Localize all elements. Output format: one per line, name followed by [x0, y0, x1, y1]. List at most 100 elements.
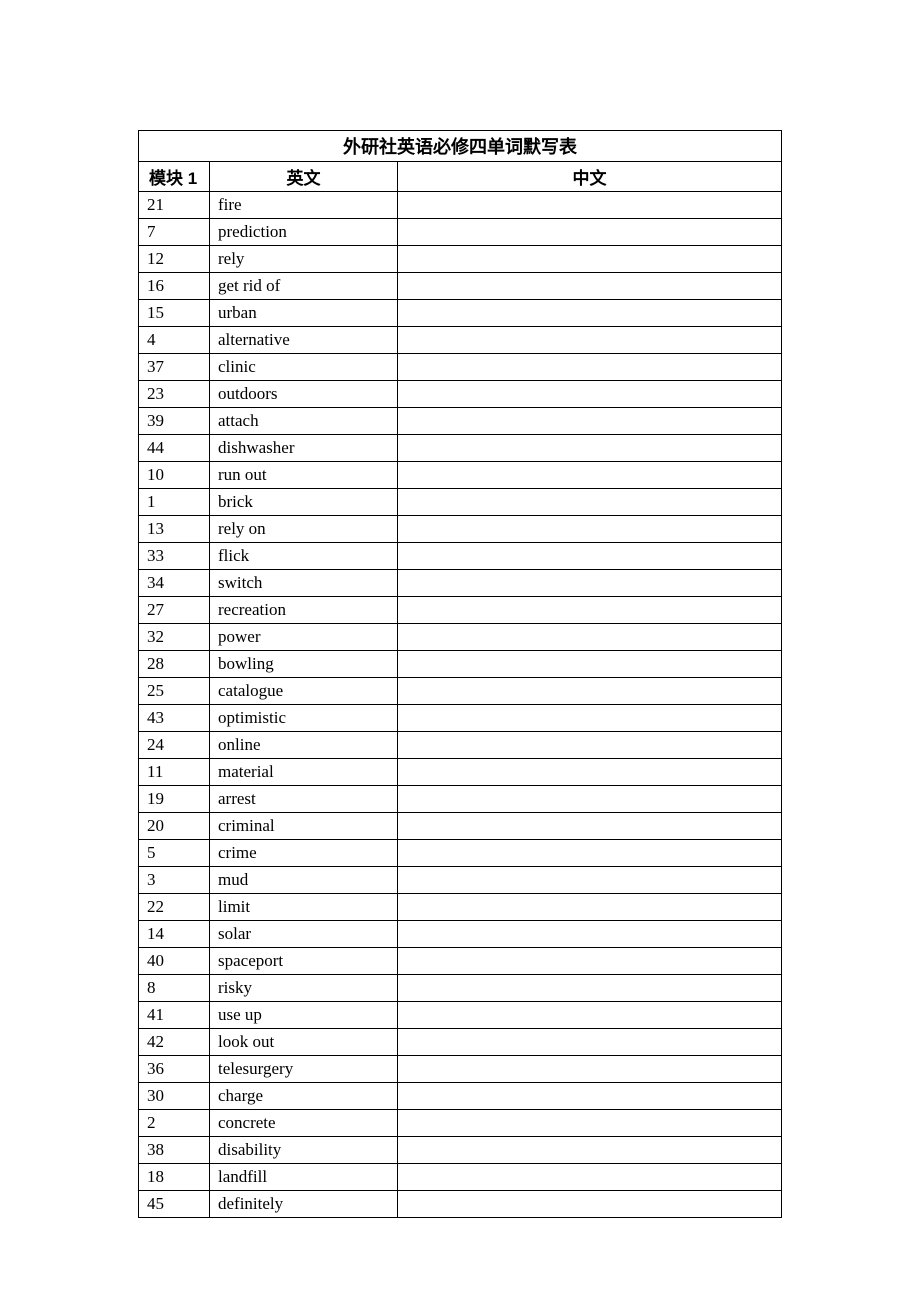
cell-chinese: [398, 408, 782, 435]
cell-english: concrete: [210, 1110, 398, 1137]
table-row: 27recreation: [139, 597, 782, 624]
cell-number: 37: [139, 354, 210, 381]
header-chinese: 中文: [398, 162, 782, 192]
cell-number: 33: [139, 543, 210, 570]
cell-english: catalogue: [210, 678, 398, 705]
cell-chinese: [398, 624, 782, 651]
table-row: 40spaceport: [139, 948, 782, 975]
table-row: 23outdoors: [139, 381, 782, 408]
cell-english: mud: [210, 867, 398, 894]
cell-number: 16: [139, 273, 210, 300]
cell-chinese: [398, 948, 782, 975]
cell-english: crime: [210, 840, 398, 867]
table-row: 24online: [139, 732, 782, 759]
cell-chinese: [398, 435, 782, 462]
cell-number: 39: [139, 408, 210, 435]
cell-chinese: [398, 867, 782, 894]
table-row: 44dishwasher: [139, 435, 782, 462]
cell-english: limit: [210, 894, 398, 921]
cell-english: urban: [210, 300, 398, 327]
cell-english: look out: [210, 1029, 398, 1056]
cell-english: spaceport: [210, 948, 398, 975]
cell-chinese: [398, 1110, 782, 1137]
cell-english: recreation: [210, 597, 398, 624]
table-row: 22limit: [139, 894, 782, 921]
table-row: 5crime: [139, 840, 782, 867]
cell-number: 24: [139, 732, 210, 759]
table-row: 38disability: [139, 1137, 782, 1164]
cell-chinese: [398, 759, 782, 786]
cell-number: 30: [139, 1083, 210, 1110]
cell-number: 41: [139, 1002, 210, 1029]
cell-number: 13: [139, 516, 210, 543]
cell-english: alternative: [210, 327, 398, 354]
table-row: 30charge: [139, 1083, 782, 1110]
table-row: 42look out: [139, 1029, 782, 1056]
cell-english: material: [210, 759, 398, 786]
cell-chinese: [398, 651, 782, 678]
table-row: 10run out: [139, 462, 782, 489]
table-row: 16get rid of: [139, 273, 782, 300]
cell-chinese: [398, 921, 782, 948]
table-row: 25catalogue: [139, 678, 782, 705]
cell-number: 38: [139, 1137, 210, 1164]
cell-number: 4: [139, 327, 210, 354]
cell-number: 23: [139, 381, 210, 408]
cell-number: 36: [139, 1056, 210, 1083]
cell-chinese: [398, 192, 782, 219]
cell-chinese: [398, 1137, 782, 1164]
table-row: 20criminal: [139, 813, 782, 840]
cell-chinese: [398, 732, 782, 759]
table-row: 7prediction: [139, 219, 782, 246]
cell-chinese: [398, 219, 782, 246]
cell-number: 44: [139, 435, 210, 462]
cell-number: 19: [139, 786, 210, 813]
cell-chinese: [398, 300, 782, 327]
cell-number: 28: [139, 651, 210, 678]
cell-english: power: [210, 624, 398, 651]
cell-english: brick: [210, 489, 398, 516]
table-title-row: 外研社英语必修四单词默写表: [139, 131, 782, 162]
cell-english: prediction: [210, 219, 398, 246]
table-row: 37clinic: [139, 354, 782, 381]
table-row: 1brick: [139, 489, 782, 516]
cell-number: 27: [139, 597, 210, 624]
cell-chinese: [398, 462, 782, 489]
table-row: 18landfill: [139, 1164, 782, 1191]
cell-english: get rid of: [210, 273, 398, 300]
cell-chinese: [398, 678, 782, 705]
cell-number: 3: [139, 867, 210, 894]
cell-english: optimistic: [210, 705, 398, 732]
cell-number: 45: [139, 1191, 210, 1218]
cell-english: bowling: [210, 651, 398, 678]
table-row: 36telesurgery: [139, 1056, 782, 1083]
cell-chinese: [398, 1164, 782, 1191]
cell-english: rely on: [210, 516, 398, 543]
cell-chinese: [398, 813, 782, 840]
cell-english: switch: [210, 570, 398, 597]
table-row: 33flick: [139, 543, 782, 570]
cell-chinese: [398, 1191, 782, 1218]
cell-english: risky: [210, 975, 398, 1002]
cell-english: criminal: [210, 813, 398, 840]
table-row: 21fire: [139, 192, 782, 219]
cell-english: rely: [210, 246, 398, 273]
cell-number: 21: [139, 192, 210, 219]
table-row: 34switch: [139, 570, 782, 597]
cell-number: 25: [139, 678, 210, 705]
table-row: 41use up: [139, 1002, 782, 1029]
cell-chinese: [398, 327, 782, 354]
cell-chinese: [398, 894, 782, 921]
cell-english: run out: [210, 462, 398, 489]
cell-number: 12: [139, 246, 210, 273]
cell-chinese: [398, 516, 782, 543]
cell-english: outdoors: [210, 381, 398, 408]
cell-english: disability: [210, 1137, 398, 1164]
table-row: 11material: [139, 759, 782, 786]
table-row: 13rely on: [139, 516, 782, 543]
cell-number: 18: [139, 1164, 210, 1191]
cell-number: 22: [139, 894, 210, 921]
cell-number: 20: [139, 813, 210, 840]
cell-chinese: [398, 246, 782, 273]
cell-number: 11: [139, 759, 210, 786]
